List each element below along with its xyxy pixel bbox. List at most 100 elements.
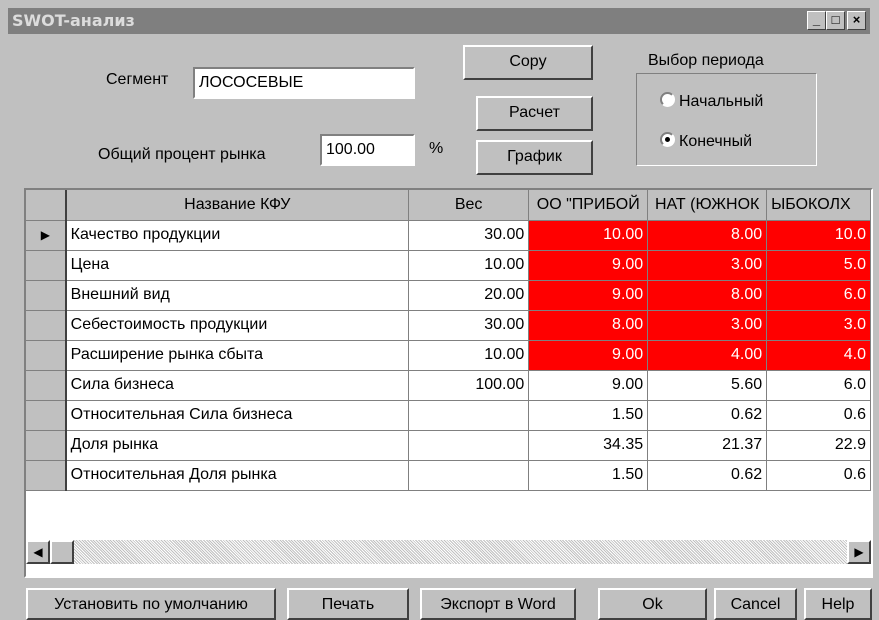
scroll-thumb[interactable] [50,540,74,564]
table-row[interactable]: Внешний вид 20.00 9.00 8.00 6.0 [26,280,871,311]
scroll-right-icon[interactable]: ▶ [847,540,871,564]
weight-cell[interactable] [408,400,530,431]
row-indicator[interactable] [26,400,67,431]
value-cell[interactable]: 5.60 [647,370,768,401]
value-cell[interactable]: 0.6 [766,460,871,491]
table-row[interactable]: Расширение рынка сбыта 10.00 9.00 4.00 4.0 [26,340,871,371]
kfu-grid[interactable]: Название КФУ Вес ОО "ПРИБОЙ НАТ (ЮЖНОК Ы… [24,188,873,578]
column-header[interactable]: Вес [408,190,530,221]
close-button[interactable]: × [847,11,866,30]
minimize-button[interactable]: _ [807,11,826,30]
scroll-left-icon[interactable]: ◀ [26,540,50,564]
cancel-button[interactable]: Cancel [714,588,797,620]
scroll-track[interactable] [50,540,847,564]
value-cell[interactable]: 0.6 [766,400,871,431]
value-cell[interactable]: 4.00 [647,340,768,371]
segment-input[interactable]: ЛОСОСЕВЫЕ [193,67,415,99]
column-header[interactable]: Название КФУ [65,190,409,221]
horizontal-scrollbar[interactable]: ◀ ▶ [26,540,871,564]
value-cell[interactable]: 3.00 [647,310,768,341]
value-cell[interactable]: 1.50 [528,400,649,431]
table-row[interactable]: Относительная Сила бизнеса 1.50 0.62 0.6 [26,400,871,431]
kfu-name-cell[interactable]: Относительная Доля рынка [65,460,409,491]
kfu-name-cell[interactable]: Сила бизнеса [65,370,409,401]
period-radio-final[interactable]: Конечный [660,132,752,151]
row-indicator[interactable] [26,430,67,461]
row-indicator[interactable] [26,340,67,371]
value-cell[interactable]: 4.0 [766,340,871,371]
kfu-name-cell[interactable]: Качество продукции [65,220,409,251]
value-cell[interactable]: 10.00 [528,220,649,251]
value-cell[interactable]: 9.00 [528,250,649,281]
weight-cell[interactable]: 30.00 [408,220,530,251]
value-cell[interactable]: 22.9 [766,430,871,461]
weight-cell[interactable] [408,460,530,491]
column-header[interactable]: ОО "ПРИБОЙ [528,190,649,221]
kfu-name-cell[interactable]: Себестоимость продукции [65,310,409,341]
weight-cell[interactable] [408,430,530,461]
value-cell[interactable]: 1.50 [528,460,649,491]
value-cell[interactable]: 3.0 [766,310,871,341]
copy-button[interactable]: Copy [463,45,593,80]
row-indicator[interactable] [26,370,67,401]
export-word-button[interactable]: Экспорт в Word [420,588,576,620]
table-row[interactable]: Доля рынка 34.35 21.37 22.9 [26,430,871,461]
corner-cell [26,190,67,221]
value-cell[interactable]: 8.00 [528,310,649,341]
value-cell[interactable]: 9.00 [528,340,649,371]
value-cell[interactable]: 6.0 [766,280,871,311]
print-button[interactable]: Печать [287,588,409,620]
help-button[interactable]: Help [804,588,872,620]
radio-checked-icon [660,132,675,147]
market-percent-input[interactable]: 100.00 [320,134,415,166]
table-header-row: Название КФУ Вес ОО "ПРИБОЙ НАТ (ЮЖНОК Ы… [26,190,871,221]
value-cell[interactable]: 0.62 [647,400,768,431]
weight-cell[interactable]: 100.00 [408,370,530,401]
current-row-indicator-icon[interactable]: ▶ [26,220,67,251]
value-cell[interactable]: 8.00 [647,220,768,251]
market-percent-label: Общий процент рынка [98,146,266,163]
value-cell[interactable]: 9.00 [528,280,649,311]
row-indicator[interactable] [26,280,67,311]
row-indicator[interactable] [26,250,67,281]
value-cell[interactable]: 21.37 [647,430,768,461]
value-cell[interactable]: 34.35 [528,430,649,461]
calculate-button[interactable]: Расчет [476,96,593,131]
radio-label: Начальный [679,93,764,110]
weight-cell[interactable]: 10.00 [408,340,530,371]
row-indicator[interactable] [26,460,67,491]
value-cell[interactable]: 8.00 [647,280,768,311]
radio-icon [660,92,675,107]
table-row[interactable]: Относительная Доля рынка 1.50 0.62 0.6 [26,460,871,491]
table-row[interactable]: Сила бизнеса 100.00 9.00 5.60 6.0 [26,370,871,401]
column-header[interactable]: ЫБОКОЛХ [766,190,871,221]
weight-cell[interactable]: 10.00 [408,250,530,281]
chart-button[interactable]: График [476,140,593,175]
value-cell[interactable]: 0.62 [647,460,768,491]
table-row[interactable]: Себестоимость продукции 30.00 8.00 3.00 3.0 [26,310,871,341]
kfu-name-cell[interactable]: Внешний вид [65,280,409,311]
maximize-button[interactable]: □ [826,11,845,30]
table-row[interactable]: Цена 10.00 9.00 3.00 5.0 [26,250,871,281]
value-cell[interactable]: 3.00 [647,250,768,281]
title-bar[interactable]: SWOT-анализ _ □ × [8,8,870,34]
set-default-button[interactable]: Установить по умолчанию [26,588,276,620]
ok-button[interactable]: Ok [598,588,707,620]
period-radio-initial[interactable]: Начальный [660,92,763,111]
kfu-name-cell[interactable]: Расширение рынка сбыта [65,340,409,371]
table-row[interactable]: ▶ Качество продукции 30.00 10.00 8.00 10.0 [26,220,871,251]
weight-cell[interactable]: 20.00 [408,280,530,311]
value-cell[interactable]: 5.0 [766,250,871,281]
value-cell[interactable]: 6.0 [766,370,871,401]
kfu-name-cell[interactable]: Доля рынка [65,430,409,461]
value-cell[interactable]: 10.0 [766,220,871,251]
row-indicator[interactable] [26,310,67,341]
value-cell[interactable]: 9.00 [528,370,649,401]
radio-label: Конечный [679,133,753,150]
column-header[interactable]: НАТ (ЮЖНОК [647,190,768,221]
period-title: Выбор периода [648,52,764,69]
weight-cell[interactable]: 30.00 [408,310,530,341]
kfu-name-cell[interactable]: Относительная Сила бизнеса [65,400,409,431]
segment-label: Сегмент [106,71,169,88]
kfu-name-cell[interactable]: Цена [65,250,409,281]
